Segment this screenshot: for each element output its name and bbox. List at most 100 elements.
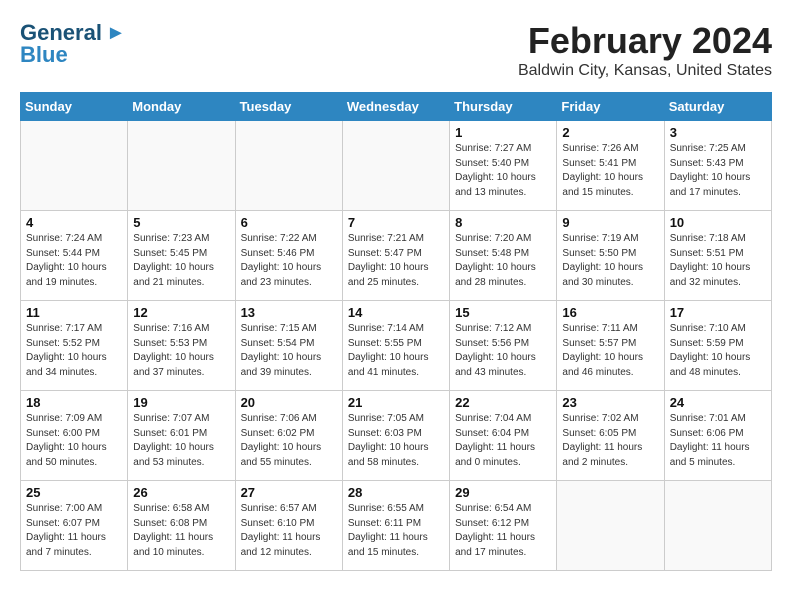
calendar-cell <box>128 121 235 211</box>
calendar-cell: 9 Sunrise: 7:19 AM Sunset: 5:50 PM Daylig… <box>557 211 664 301</box>
location-subtitle: Baldwin City, Kansas, United States <box>20 62 772 80</box>
day-number: 15 <box>455 305 551 320</box>
calendar-cell: 21 Sunrise: 7:05 AM Sunset: 6:03 PM Dayli… <box>342 391 449 481</box>
col-header-tuesday: Tuesday <box>235 93 342 121</box>
day-info: Sunrise: 7:10 AM Sunset: 5:59 PM Dayligh… <box>670 322 766 380</box>
day-info: Sunrise: 7:20 AM Sunset: 5:48 PM Dayligh… <box>455 232 551 290</box>
col-header-wednesday: Wednesday <box>342 93 449 121</box>
col-header-thursday: Thursday <box>450 93 557 121</box>
calendar-cell: 11 Sunrise: 7:17 AM Sunset: 5:52 PM Dayli… <box>21 301 128 391</box>
calendar-cell: 28 Sunrise: 6:55 AM Sunset: 6:11 PM Dayli… <box>342 481 449 571</box>
calendar-cell: 16Sunrise: 7:11 AM Sunset: 5:57 PM Dayli… <box>557 301 664 391</box>
day-number: 2 <box>562 125 658 140</box>
day-number: 9 <box>562 215 658 230</box>
top-area: General ► Blue February 2024 Baldwin Cit… <box>20 20 772 84</box>
day-number: 4 <box>26 215 122 230</box>
day-number: 24 <box>670 395 766 410</box>
day-info: Sunrise: 7:23 AM Sunset: 5:45 PM Dayligh… <box>133 232 229 290</box>
day-info: Sunrise: 7:19 AM Sunset: 5:50 PM Dayligh… <box>562 232 658 290</box>
day-number: 27 <box>241 485 337 500</box>
calendar-cell <box>664 481 771 571</box>
calendar-cell: 27 Sunrise: 6:57 AM Sunset: 6:10 PM Dayli… <box>235 481 342 571</box>
day-info: Sunrise: 6:55 AM Sunset: 6:11 PM Dayligh… <box>348 502 444 560</box>
calendar-cell <box>21 121 128 211</box>
calendar-cell: 19 Sunrise: 7:07 AM Sunset: 6:01 PM Dayli… <box>128 391 235 481</box>
page-header: February 2024 Baldwin City, Kansas, Unit… <box>20 20 772 80</box>
calendar-week-row: 1Sunrise: 7:27 AM Sunset: 5:40 PM Daylig… <box>21 121 772 211</box>
calendar-cell: 12 Sunrise: 7:16 AM Sunset: 5:53 PM Dayli… <box>128 301 235 391</box>
day-info: Sunrise: 7:22 AM Sunset: 5:46 PM Dayligh… <box>241 232 337 290</box>
calendar-cell: 13Sunrise: 7:15 AM Sunset: 5:54 PM Dayli… <box>235 301 342 391</box>
day-number: 16 <box>562 305 658 320</box>
logo-arrow-icon: ► <box>106 22 126 45</box>
col-header-sunday: Sunday <box>21 93 128 121</box>
calendar-cell: 6 Sunrise: 7:22 AM Sunset: 5:46 PM Daylig… <box>235 211 342 301</box>
day-info: Sunrise: 7:09 AM Sunset: 6:00 PM Dayligh… <box>26 412 122 470</box>
day-number: 1 <box>455 125 551 140</box>
day-number: 11 <box>26 305 122 320</box>
calendar-week-row: 25 Sunrise: 7:00 AM Sunset: 6:07 PM Dayli… <box>21 481 772 571</box>
day-info: Sunrise: 7:02 AM Sunset: 6:05 PM Dayligh… <box>562 412 658 470</box>
calendar-cell: 17 Sunrise: 7:10 AM Sunset: 5:59 PM Dayli… <box>664 301 771 391</box>
col-header-monday: Monday <box>128 93 235 121</box>
day-info: Sunrise: 6:57 AM Sunset: 6:10 PM Dayligh… <box>241 502 337 560</box>
calendar-cell: 2Sunrise: 7:26 AM Sunset: 5:41 PM Daylig… <box>557 121 664 211</box>
calendar-cell: 18 Sunrise: 7:09 AM Sunset: 6:00 PM Dayli… <box>21 391 128 481</box>
calendar-cell: 26 Sunrise: 6:58 AM Sunset: 6:08 PM Dayli… <box>128 481 235 571</box>
day-number: 23 <box>562 395 658 410</box>
calendar-cell: 1Sunrise: 7:27 AM Sunset: 5:40 PM Daylig… <box>450 121 557 211</box>
day-number: 28 <box>348 485 444 500</box>
day-info: Sunrise: 7:18 AM Sunset: 5:51 PM Dayligh… <box>670 232 766 290</box>
calendar-week-row: 4 Sunrise: 7:24 AM Sunset: 5:44 PM Daylig… <box>21 211 772 301</box>
day-info: Sunrise: 7:14 AM Sunset: 5:55 PM Dayligh… <box>348 322 444 380</box>
calendar-cell: 7Sunrise: 7:21 AM Sunset: 5:47 PM Daylig… <box>342 211 449 301</box>
calendar-cell: 3 Sunrise: 7:25 AM Sunset: 5:43 PM Daylig… <box>664 121 771 211</box>
day-number: 8 <box>455 215 551 230</box>
calendar-cell: 24 Sunrise: 7:01 AM Sunset: 6:06 PM Dayli… <box>664 391 771 481</box>
day-number: 22 <box>455 395 551 410</box>
day-info: Sunrise: 7:05 AM Sunset: 6:03 PM Dayligh… <box>348 412 444 470</box>
calendar-cell <box>235 121 342 211</box>
day-number: 19 <box>133 395 229 410</box>
day-number: 17 <box>670 305 766 320</box>
day-info: Sunrise: 7:06 AM Sunset: 6:02 PM Dayligh… <box>241 412 337 470</box>
day-number: 7 <box>348 215 444 230</box>
day-number: 26 <box>133 485 229 500</box>
calendar-cell: 10 Sunrise: 7:18 AM Sunset: 5:51 PM Dayli… <box>664 211 771 301</box>
calendar-cell: 8 Sunrise: 7:20 AM Sunset: 5:48 PM Daylig… <box>450 211 557 301</box>
calendar-cell: 4 Sunrise: 7:24 AM Sunset: 5:44 PM Daylig… <box>21 211 128 301</box>
day-number: 20 <box>241 395 337 410</box>
month-year-title: February 2024 <box>20 20 772 62</box>
day-info: Sunrise: 7:07 AM Sunset: 6:01 PM Dayligh… <box>133 412 229 470</box>
col-header-friday: Friday <box>557 93 664 121</box>
calendar-table: SundayMondayTuesdayWednesdayThursdayFrid… <box>20 92 772 571</box>
calendar-cell <box>342 121 449 211</box>
day-info: Sunrise: 7:24 AM Sunset: 5:44 PM Dayligh… <box>26 232 122 290</box>
day-info: Sunrise: 6:54 AM Sunset: 6:12 PM Dayligh… <box>455 502 551 560</box>
day-number: 3 <box>670 125 766 140</box>
day-number: 21 <box>348 395 444 410</box>
day-info: Sunrise: 7:04 AM Sunset: 6:04 PM Dayligh… <box>455 412 551 470</box>
day-info: Sunrise: 7:01 AM Sunset: 6:06 PM Dayligh… <box>670 412 766 470</box>
day-info: Sunrise: 6:58 AM Sunset: 6:08 PM Dayligh… <box>133 502 229 560</box>
logo: General ► Blue <box>20 20 126 68</box>
day-number: 18 <box>26 395 122 410</box>
calendar-cell: 22 Sunrise: 7:04 AM Sunset: 6:04 PM Dayli… <box>450 391 557 481</box>
day-info: Sunrise: 7:16 AM Sunset: 5:53 PM Dayligh… <box>133 322 229 380</box>
calendar-cell: 20 Sunrise: 7:06 AM Sunset: 6:02 PM Dayli… <box>235 391 342 481</box>
calendar-cell: 25 Sunrise: 7:00 AM Sunset: 6:07 PM Dayli… <box>21 481 128 571</box>
calendar-cell: 15Sunrise: 7:12 AM Sunset: 5:56 PM Dayli… <box>450 301 557 391</box>
day-number: 14 <box>348 305 444 320</box>
day-number: 12 <box>133 305 229 320</box>
day-info: Sunrise: 7:00 AM Sunset: 6:07 PM Dayligh… <box>26 502 122 560</box>
day-info: Sunrise: 7:17 AM Sunset: 5:52 PM Dayligh… <box>26 322 122 380</box>
day-number: 10 <box>670 215 766 230</box>
col-header-saturday: Saturday <box>664 93 771 121</box>
day-number: 29 <box>455 485 551 500</box>
calendar-cell <box>557 481 664 571</box>
calendar-cell: 14 Sunrise: 7:14 AM Sunset: 5:55 PM Dayli… <box>342 301 449 391</box>
day-number: 25 <box>26 485 122 500</box>
day-info: Sunrise: 7:25 AM Sunset: 5:43 PM Dayligh… <box>670 142 766 200</box>
day-number: 13 <box>241 305 337 320</box>
day-number: 6 <box>241 215 337 230</box>
